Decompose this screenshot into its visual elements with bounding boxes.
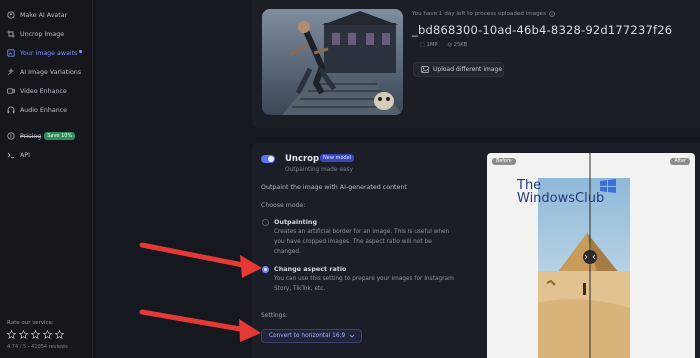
image-filesize: ◎ 25KB xyxy=(447,42,468,48)
sidebar-item-api[interactable]: API xyxy=(0,147,93,163)
after-label: After xyxy=(670,158,690,165)
headphones-icon xyxy=(7,106,15,114)
pricing-icon xyxy=(7,132,15,140)
notification-dot xyxy=(79,49,83,53)
rating-summary: 4.74 / 5 - 41054 reviews xyxy=(7,344,68,350)
image-upload-icon xyxy=(421,66,429,73)
change-aspect-ratio-radio[interactable] xyxy=(262,266,269,273)
sidebar-item-label: Uncrop Image xyxy=(20,30,65,38)
variations-icon xyxy=(7,68,15,76)
processing-notice: You have 1 day left to process uploaded … xyxy=(412,11,555,17)
windows-logo-icon xyxy=(600,179,616,193)
outpainting-radio[interactable] xyxy=(262,219,269,226)
uncrop-description: Outpaint the image with AI-generated con… xyxy=(261,184,407,191)
sidebar-item-label: Audio Enhance xyxy=(20,106,68,114)
before-after-preview[interactable]: Before After The WindowsClub xyxy=(487,153,695,358)
sidebar-item-audio-enhance[interactable]: Audio Enhance xyxy=(0,102,93,118)
star-icon[interactable] xyxy=(43,330,52,339)
uploaded-image-card: You have 1 day left to process uploaded … xyxy=(252,0,700,128)
choose-mode-label: Choose mode: xyxy=(261,202,306,209)
resolution-icon: ⬚ xyxy=(420,42,425,48)
before-label: Before xyxy=(492,158,516,165)
annotation-arrow-icon xyxy=(139,242,262,278)
api-icon xyxy=(7,151,15,159)
change-aspect-ratio-option-title[interactable]: Change aspect ratio xyxy=(274,265,346,273)
uncrop-toggle[interactable] xyxy=(261,155,275,163)
sidebar-item-label: Video Enhance xyxy=(20,87,67,95)
video-icon xyxy=(7,87,15,95)
sidebar: Make AI Avatar Uncrop Image Your image a… xyxy=(0,0,93,358)
uploaded-image-thumbnail xyxy=(262,9,403,115)
sidebar-item-pricing[interactable]: Pricing Save 10% xyxy=(0,128,93,144)
uncrop-subtitle: Outpainting made easy xyxy=(285,167,353,173)
sidebar-item-label: Your image awaits xyxy=(20,49,78,57)
star-icon[interactable] xyxy=(55,330,64,339)
uncrop-title: Uncrop xyxy=(285,154,320,164)
settings-label: Settings: xyxy=(261,312,288,319)
sidebar-item-video-enhance[interactable]: Video Enhance xyxy=(0,83,93,99)
uncrop-icon xyxy=(7,30,15,38)
avatar-icon xyxy=(7,11,15,19)
upload-different-image-button[interactable]: Upload different image xyxy=(413,62,504,77)
sidebar-item-ai-image-variations[interactable]: AI Image Variations xyxy=(0,64,93,80)
image-icon xyxy=(7,49,15,57)
annotation-arrow-icon xyxy=(139,309,261,342)
sidebar-item-label: AI Image Variations xyxy=(20,68,82,76)
new-model-badge: New model xyxy=(320,154,355,162)
aspect-ratio-select[interactable]: Convert to horizontal 16:9 xyxy=(261,329,362,343)
sidebar-item-label: API xyxy=(20,151,30,159)
outpainting-option-description: Creates an artificial border for an imag… xyxy=(274,229,450,255)
sidebar-item-your-image-awaits[interactable]: Your image awaits xyxy=(0,45,93,61)
sidebar-item-label: Pricing xyxy=(20,132,42,140)
chevron-down-icon xyxy=(349,334,355,338)
rating-stars[interactable] xyxy=(7,330,64,339)
outpainting-option-title[interactable]: Outpainting xyxy=(274,218,317,226)
star-icon[interactable] xyxy=(31,330,40,339)
sidebar-item-label: Make AI Avatar xyxy=(20,11,68,19)
image-filename: _bd868300-10ad-46b4-8328-92d177237f26 xyxy=(412,23,673,37)
save-badge: Save 10% xyxy=(44,132,76,140)
image-meta: ⬚ 1MP ◎ 25KB xyxy=(420,42,467,48)
sidebar-item-make-ai-avatar[interactable]: Make AI Avatar xyxy=(0,7,93,23)
rating-label: Rate our service: xyxy=(7,320,54,326)
watermark: The WindowsClub xyxy=(517,178,605,206)
sidebar-item-uncrop-image[interactable]: Uncrop Image xyxy=(0,26,93,42)
info-icon[interactable] xyxy=(549,11,555,17)
star-icon[interactable] xyxy=(19,330,28,339)
disk-icon: ◎ xyxy=(447,42,452,48)
star-icon[interactable] xyxy=(7,330,16,339)
change-aspect-ratio-option-description: You can use this setting to prepare your… xyxy=(274,276,454,292)
image-dimensions: ⬚ 1MP xyxy=(420,42,438,48)
